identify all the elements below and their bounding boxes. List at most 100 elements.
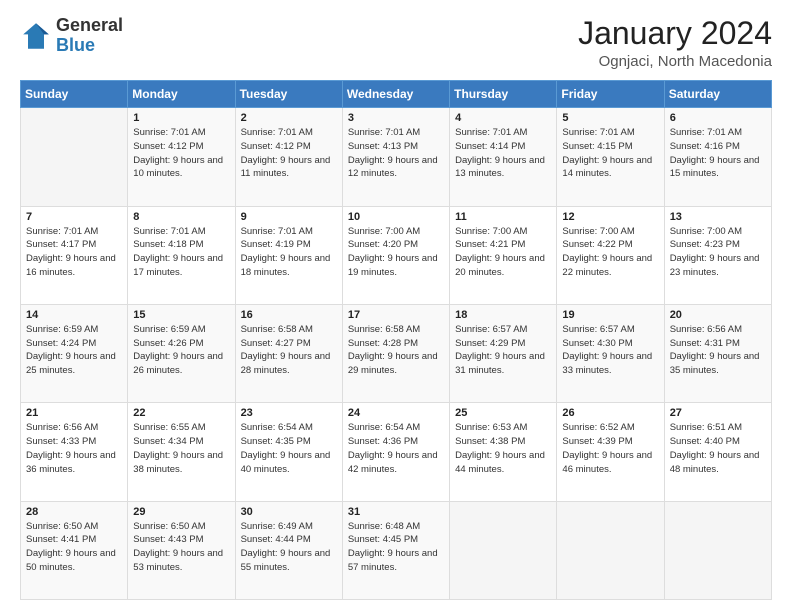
calendar-cell: 30Sunrise: 6:49 AMSunset: 4:44 PMDayligh… (235, 501, 342, 599)
day-info: Sunrise: 7:01 AMSunset: 4:15 PMDaylight:… (562, 126, 658, 181)
day-number: 24 (348, 407, 444, 419)
calendar-cell: 23Sunrise: 6:54 AMSunset: 4:35 PMDayligh… (235, 403, 342, 501)
day-info: Sunrise: 7:01 AMSunset: 4:18 PMDaylight:… (133, 225, 229, 280)
logo: General Blue (20, 16, 123, 56)
day-info: Sunrise: 6:51 AMSunset: 4:40 PMDaylight:… (670, 421, 766, 476)
calendar-cell: 5 Sunrise: 7:01 AMSunset: 4:15 PMDaylight… (557, 108, 664, 206)
day-number: 8 (133, 211, 229, 223)
calendar-cell: 29Sunrise: 6:50 AMSunset: 4:43 PMDayligh… (128, 501, 235, 599)
calendar-weekday-header: Saturday (664, 81, 771, 108)
day-info: Sunrise: 7:01 AMSunset: 4:19 PMDaylight:… (241, 225, 337, 280)
calendar-cell (557, 501, 664, 599)
day-info: Sunrise: 6:48 AMSunset: 4:45 PMDaylight:… (348, 520, 444, 575)
day-number: 9 (241, 211, 337, 223)
day-info: Sunrise: 6:56 AMSunset: 4:31 PMDaylight:… (670, 323, 766, 378)
calendar-weekday-header: Wednesday (342, 81, 449, 108)
calendar-cell (450, 501, 557, 599)
day-number: 27 (670, 407, 766, 419)
calendar-cell: 12 Sunrise: 7:00 AMSunset: 4:22 PMDayligh… (557, 206, 664, 304)
day-number: 7 (26, 211, 122, 223)
day-info: Sunrise: 6:57 AMSunset: 4:30 PMDaylight:… (562, 323, 658, 378)
calendar-cell: 8 Sunrise: 7:01 AMSunset: 4:18 PMDaylight… (128, 206, 235, 304)
day-number: 21 (26, 407, 122, 419)
day-number: 28 (26, 506, 122, 518)
calendar-cell: 26 Sunrise: 6:52 AMSunset: 4:39 PMDayligh… (557, 403, 664, 501)
calendar-cell (664, 501, 771, 599)
calendar-cell: 9 Sunrise: 7:01 AMSunset: 4:19 PMDaylight… (235, 206, 342, 304)
calendar-cell: 6 Sunrise: 7:01 AMSunset: 4:16 PMDaylight… (664, 108, 771, 206)
day-info: Sunrise: 6:50 AMSunset: 4:43 PMDaylight:… (133, 520, 229, 575)
day-info: Sunrise: 6:52 AMSunset: 4:39 PMDaylight:… (562, 421, 658, 476)
calendar-week-row: 14Sunrise: 6:59 AMSunset: 4:24 PMDayligh… (21, 304, 772, 402)
calendar-cell: 7 Sunrise: 7:01 AMSunset: 4:17 PMDaylight… (21, 206, 128, 304)
day-number: 19 (562, 309, 658, 321)
day-number: 14 (26, 309, 122, 321)
calendar-week-row: 1 Sunrise: 7:01 AMSunset: 4:12 PMDaylight… (21, 108, 772, 206)
calendar-cell: 3Sunrise: 7:01 AMSunset: 4:13 PMDaylight… (342, 108, 449, 206)
day-info: Sunrise: 7:01 AMSunset: 4:13 PMDaylight:… (348, 126, 444, 181)
day-number: 13 (670, 211, 766, 223)
day-number: 2 (241, 112, 337, 124)
day-number: 6 (670, 112, 766, 124)
calendar-cell: 1 Sunrise: 7:01 AMSunset: 4:12 PMDaylight… (128, 108, 235, 206)
calendar-cell: 31Sunrise: 6:48 AMSunset: 4:45 PMDayligh… (342, 501, 449, 599)
day-info: Sunrise: 7:00 AMSunset: 4:22 PMDaylight:… (562, 225, 658, 280)
day-number: 26 (562, 407, 658, 419)
day-info: Sunrise: 7:01 AMSunset: 4:14 PMDaylight:… (455, 126, 551, 181)
calendar-cell: 14Sunrise: 6:59 AMSunset: 4:24 PMDayligh… (21, 304, 128, 402)
day-info: Sunrise: 7:01 AMSunset: 4:16 PMDaylight:… (670, 126, 766, 181)
calendar-cell: 13Sunrise: 7:00 AMSunset: 4:23 PMDayligh… (664, 206, 771, 304)
calendar-cell: 17Sunrise: 6:58 AMSunset: 4:28 PMDayligh… (342, 304, 449, 402)
calendar-week-row: 21Sunrise: 6:56 AMSunset: 4:33 PMDayligh… (21, 403, 772, 501)
day-info: Sunrise: 6:55 AMSunset: 4:34 PMDaylight:… (133, 421, 229, 476)
header: General Blue January 2024 Ognjaci, North… (20, 16, 772, 70)
calendar-cell: 22Sunrise: 6:55 AMSunset: 4:34 PMDayligh… (128, 403, 235, 501)
calendar-cell: 18Sunrise: 6:57 AMSunset: 4:29 PMDayligh… (450, 304, 557, 402)
main-title: January 2024 (578, 16, 772, 51)
calendar-cell: 21Sunrise: 6:56 AMSunset: 4:33 PMDayligh… (21, 403, 128, 501)
logo-line2: Blue (56, 36, 123, 56)
day-number: 11 (455, 211, 551, 223)
day-number: 18 (455, 309, 551, 321)
day-info: Sunrise: 7:01 AMSunset: 4:17 PMDaylight:… (26, 225, 122, 280)
day-number: 20 (670, 309, 766, 321)
calendar-cell: 20 Sunrise: 6:56 AMSunset: 4:31 PMDayligh… (664, 304, 771, 402)
day-number: 30 (241, 506, 337, 518)
logo-line1: General (56, 16, 123, 36)
calendar-weekday-header: Friday (557, 81, 664, 108)
day-number: 23 (241, 407, 337, 419)
day-number: 10 (348, 211, 444, 223)
day-info: Sunrise: 7:01 AMSunset: 4:12 PMDaylight:… (133, 126, 229, 181)
subtitle: Ognjaci, North Macedonia (578, 53, 772, 70)
logo-icon (20, 20, 52, 52)
calendar-cell: 28 Sunrise: 6:50 AMSunset: 4:41 PMDayligh… (21, 501, 128, 599)
day-info: Sunrise: 7:00 AMSunset: 4:21 PMDaylight:… (455, 225, 551, 280)
calendar-cell: 2Sunrise: 7:01 AMSunset: 4:12 PMDaylight… (235, 108, 342, 206)
calendar-weekday-header: Thursday (450, 81, 557, 108)
calendar-weekday-header: Monday (128, 81, 235, 108)
page: General Blue January 2024 Ognjaci, North… (0, 0, 792, 612)
calendar-weekday-header: Sunday (21, 81, 128, 108)
calendar-cell: 19 Sunrise: 6:57 AMSunset: 4:30 PMDayligh… (557, 304, 664, 402)
calendar-header-row: SundayMondayTuesdayWednesdayThursdayFrid… (21, 81, 772, 108)
day-number: 12 (562, 211, 658, 223)
day-info: Sunrise: 6:54 AMSunset: 4:36 PMDaylight:… (348, 421, 444, 476)
day-number: 1 (133, 112, 229, 124)
calendar-cell: 15Sunrise: 6:59 AMSunset: 4:26 PMDayligh… (128, 304, 235, 402)
calendar-table: SundayMondayTuesdayWednesdayThursdayFrid… (20, 80, 772, 600)
day-number: 17 (348, 309, 444, 321)
calendar-cell: 25Sunrise: 6:53 AMSunset: 4:38 PMDayligh… (450, 403, 557, 501)
day-info: Sunrise: 6:58 AMSunset: 4:27 PMDaylight:… (241, 323, 337, 378)
calendar-week-row: 28 Sunrise: 6:50 AMSunset: 4:41 PMDayligh… (21, 501, 772, 599)
calendar-cell: 27 Sunrise: 6:51 AMSunset: 4:40 PMDayligh… (664, 403, 771, 501)
day-info: Sunrise: 6:59 AMSunset: 4:26 PMDaylight:… (133, 323, 229, 378)
title-block: January 2024 Ognjaci, North Macedonia (578, 16, 772, 70)
calendar-cell: 16Sunrise: 6:58 AMSunset: 4:27 PMDayligh… (235, 304, 342, 402)
day-info: Sunrise: 6:53 AMSunset: 4:38 PMDaylight:… (455, 421, 551, 476)
day-number: 4 (455, 112, 551, 124)
calendar-cell: 4 Sunrise: 7:01 AMSunset: 4:14 PMDaylight… (450, 108, 557, 206)
calendar-cell: 10Sunrise: 7:00 AMSunset: 4:20 PMDayligh… (342, 206, 449, 304)
day-number: 5 (562, 112, 658, 124)
day-info: Sunrise: 6:50 AMSunset: 4:41 PMDaylight:… (26, 520, 122, 575)
calendar-cell: 11 Sunrise: 7:00 AMSunset: 4:21 PMDayligh… (450, 206, 557, 304)
